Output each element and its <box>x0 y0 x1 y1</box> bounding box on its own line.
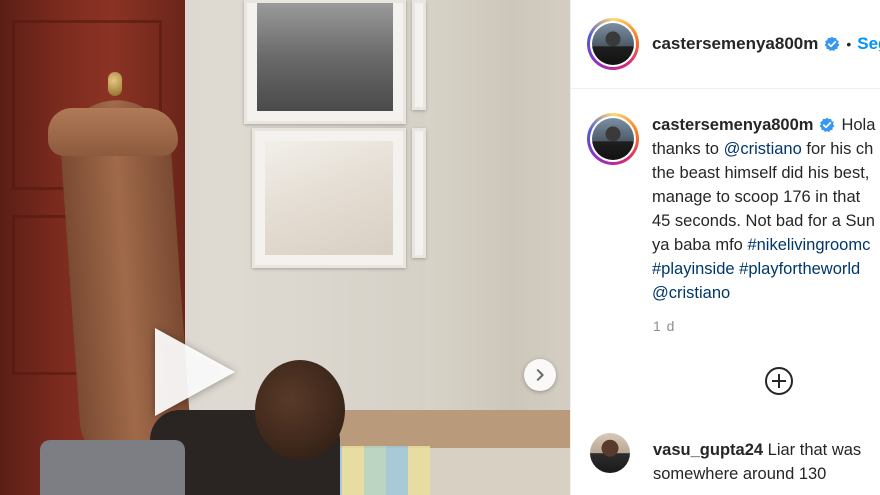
caption-line: Hola f <box>841 116 880 134</box>
post-caption: castersemenya800m Hola f thanks to @cris… <box>587 113 880 305</box>
comment-text: vasu_gupta24 Liar that was somewhere aro… <box>653 438 861 486</box>
verified-badge-icon <box>824 36 840 52</box>
follow-button[interactable]: Segu <box>857 34 880 54</box>
post-side-panel: castersemenya800m • Segu castersemenya80… <box>570 0 880 495</box>
play-icon[interactable] <box>155 328 235 416</box>
separator-dot: • <box>846 36 852 52</box>
avatar[interactable] <box>587 18 639 70</box>
post-timestamp[interactable]: 1 d <box>653 318 675 334</box>
verified-badge-icon <box>820 117 835 133</box>
caption-line: #playinside #playfortheworld <box>652 257 880 281</box>
caption-line: @cristiano <box>652 281 880 305</box>
mention-link[interactable]: @cristiano <box>724 140 802 158</box>
add-circle-icon[interactable] <box>764 366 794 396</box>
mention-link[interactable]: @cristiano <box>652 284 730 302</box>
next-media-button[interactable] <box>524 359 556 391</box>
hashtag-link[interactable]: #playfortheworld <box>739 260 860 278</box>
caption-line: 45 seconds. Not bad for a Sun <box>652 212 875 230</box>
hashtag-link[interactable]: #playinside <box>652 260 735 278</box>
comment-body: somewhere around 130 <box>653 465 827 483</box>
hashtag-link[interactable]: #nikelivingroomc <box>747 236 870 254</box>
comment-username[interactable]: vasu_gupta24 <box>653 441 763 459</box>
header-username[interactable]: castersemenya800m <box>652 34 818 54</box>
caption-username[interactable]: castersemenya800m <box>652 113 813 137</box>
caption-line: manage to scoop 176 in that <box>652 188 861 206</box>
comment-body: Liar that was <box>767 441 862 459</box>
chevron-right-icon <box>536 369 544 381</box>
comment: vasu_gupta24 Liar that was somewhere aro… <box>590 433 861 483</box>
video-frame <box>0 0 570 495</box>
caption-line: the beast himself did his best, <box>652 164 870 182</box>
post-header: castersemenya800m • Segu <box>571 0 880 89</box>
caption-line: ya baba mfo #nikelivingroomc <box>652 236 871 254</box>
caption-text: castersemenya800m Hola f thanks to @cris… <box>652 113 880 305</box>
post-media[interactable] <box>0 0 570 495</box>
caption-avatar[interactable] <box>587 113 639 165</box>
caption-line: thanks to @cristiano for his ch <box>652 140 874 158</box>
comment-avatar[interactable] <box>590 433 630 473</box>
framed-photo <box>244 0 406 124</box>
framed-photo <box>252 128 406 268</box>
